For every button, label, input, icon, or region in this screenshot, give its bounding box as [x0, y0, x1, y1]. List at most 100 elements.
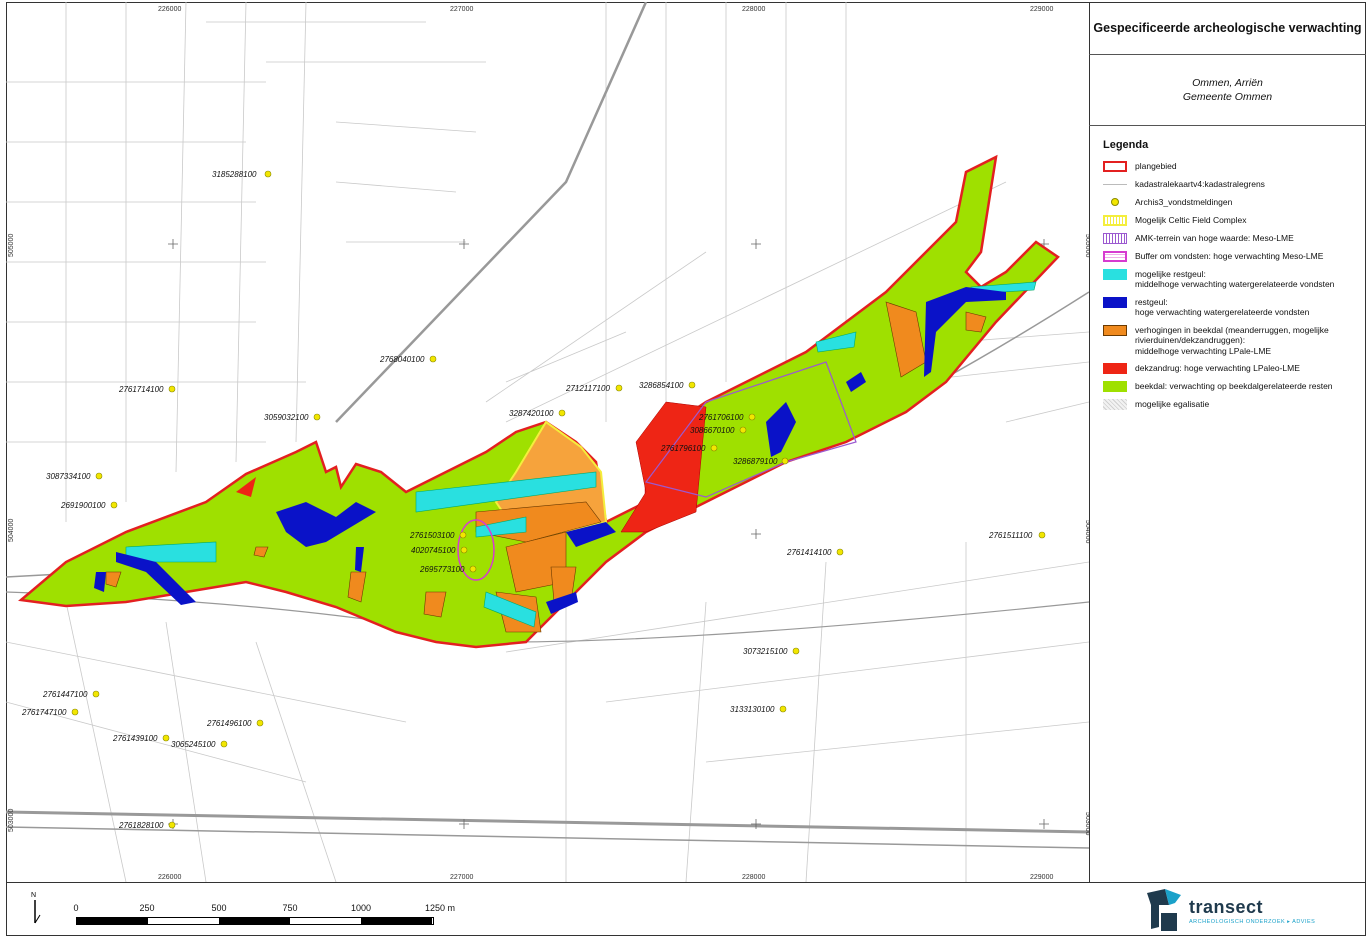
legend-label: verhogingen in beekdal (meanderruggen, m… [1135, 325, 1359, 357]
legend-label: dekzandrug: hoge verwachting LPaleo-LME [1135, 363, 1300, 373]
legend-label: kadastralekaartv4:kadastralegrens [1135, 179, 1265, 189]
legend-label: Archis3_vondstmeldingen [1135, 196, 1233, 207]
map-canvas[interactable]: 3185288100 2768040100 2761714100 3059032… [6, 2, 1090, 882]
legend-item-vondsten: Archis3_vondstmeldingen [1103, 197, 1359, 208]
legend-label-line-1: mogelijke restgeul: [1135, 268, 1206, 279]
find-label: 2761714100 [118, 385, 164, 394]
find-label: 2761747100 [21, 708, 67, 717]
legend-item-restgeul: restgeul: hoge verwachting watergerelatee… [1103, 296, 1359, 318]
scale-label: 1000 [350, 903, 372, 913]
find-label: 3286854100 [639, 381, 684, 390]
coord-label: 227000 [450, 6, 473, 13]
scale-bar [76, 917, 434, 925]
mogelijke-restgeul-swatch [1103, 268, 1127, 280]
find-label: 2695773100 [419, 565, 465, 574]
legend-label-line-1: verhogingen in beekdal (meanderruggen, m… [1135, 324, 1329, 346]
find-label: 2768040100 [379, 355, 425, 364]
legend-item-amk: AMK-terrein van hoge waarde: Meso-LME [1103, 232, 1359, 244]
legend-item-buffer: Buffer om vondsten: hoge verwachting Mes… [1103, 250, 1359, 262]
coord-label: 227000 [450, 874, 473, 881]
legend-label-line-2: middelhoge verwachting LPale-LME [1135, 345, 1272, 356]
coord-label: 226000 [158, 6, 181, 13]
scale-label: 1250 m [424, 903, 456, 913]
find-label: 2761511100 [988, 531, 1033, 540]
restgeul-swatch [1103, 296, 1127, 308]
find-point-icon [1111, 198, 1119, 206]
map-title: Gespecificeerde archeologische verwachti… [1089, 2, 1366, 55]
legend-item-verhogingen: verhogingen in beekdal (meanderruggen, m… [1103, 324, 1359, 357]
find-label: 2691900100 [60, 501, 106, 510]
buffer-swatch [1103, 250, 1127, 262]
location-line-2: Gemeente Ommen [1182, 91, 1273, 103]
coord-label: 229000 [1030, 6, 1053, 13]
find-label: 2761828100 [118, 821, 164, 830]
coord-label: 503000 [8, 809, 15, 832]
find-label: 3185288100 [212, 170, 257, 179]
legend-label-line-2: middelhoge verwachting watergerelateerde… [1135, 279, 1335, 289]
coord-label: 505000 [8, 234, 15, 257]
location-line-1: Ommen, Arriën [1192, 77, 1263, 89]
find-label: 2761447100 [42, 690, 88, 699]
find-label: 4020745100 [411, 546, 456, 555]
legend-item-celtic-field: Mogelijk Celtic Field Complex [1103, 214, 1359, 226]
svg-text:N: N [31, 892, 36, 899]
legend-label: AMK-terrein van hoge waarde: Meso-LME [1135, 232, 1294, 243]
amk-swatch [1103, 232, 1127, 244]
coord-label: 228000 [742, 874, 765, 881]
find-label: 3086670100 [690, 426, 735, 435]
north-arrow-icon: N [31, 892, 41, 924]
coord-label: 228000 [742, 6, 765, 13]
egalisatie-swatch [1103, 399, 1127, 410]
legend-label-line-2: hoge verwachting watergerelateerde vonds… [1135, 307, 1310, 317]
find-label: 3065245100 [171, 740, 216, 749]
find-label: 2761414100 [786, 548, 832, 557]
beekdal-swatch [1103, 381, 1127, 392]
find-label: 3059032100 [264, 413, 309, 422]
side-panel: Gespecificeerde archeologische verwachti… [1089, 2, 1366, 882]
vondsten-swatch [1103, 197, 1127, 208]
find-label: 3073215100 [743, 647, 788, 656]
transect-logo-icon [1147, 889, 1181, 931]
kadastraal-swatch [1103, 184, 1127, 185]
scale-label: 500 [211, 903, 227, 913]
scale-label: 250 [139, 903, 155, 913]
legend-label: beekdal: verwachting op beekdalgerelatee… [1135, 381, 1333, 391]
logo-tagline: ARCHEOLOGISCH ONDERZOEK ▸ ADVIES [1189, 919, 1316, 925]
plangebied-swatch [1103, 161, 1127, 172]
find-label: 2712117100 [565, 384, 610, 393]
coord-label: 229000 [1030, 874, 1053, 881]
scale-label: 750 [282, 903, 298, 913]
dekzandrug-swatch [1103, 363, 1127, 374]
find-label: 2761439100 [112, 734, 158, 743]
legend-title: Legenda [1103, 139, 1149, 151]
legend-item-egalisatie: mogelijke egalisatie [1103, 399, 1359, 410]
celtic-field-swatch [1103, 214, 1127, 226]
legend-item-dekzandrug: dekzandrug: hoge verwachting LPaleo-LME [1103, 363, 1359, 374]
find-label: 3133130100 [730, 705, 775, 714]
legend-item-mogelijke-restgeul: mogelijke restgeul: middelhoge verwachtin… [1103, 268, 1359, 290]
verhogingen-swatch [1103, 324, 1127, 336]
dekzandrug-area [620, 401, 707, 533]
legend-label: restgeul: hoge verwachting watergerelatee… [1135, 297, 1309, 318]
legend-label: Buffer om vondsten: hoge verwachting Mes… [1135, 250, 1324, 261]
find-label: 3286879100 [733, 457, 778, 466]
legend-label: plangebied [1135, 161, 1177, 171]
coord-label: 226000 [158, 874, 181, 881]
legend-item-beekdal: beekdal: verwachting op beekdalgerelatee… [1103, 381, 1359, 392]
legend: Legenda plangebied kadastralekaartv4:kad… [1103, 139, 1359, 417]
legend-label: mogelijke restgeul: middelhoge verwachtin… [1135, 269, 1334, 290]
scale-label: 0 [73, 903, 79, 913]
legend-label: mogelijke egalisatie [1135, 399, 1210, 409]
find-label: 2761496100 [206, 719, 252, 728]
coord-label: 504000 [8, 519, 15, 542]
logo-name: transect [1189, 897, 1264, 917]
find-label: 3087334100 [46, 472, 91, 481]
find-label: 3287420100 [509, 409, 554, 418]
map-svg: 3185288100 2768040100 2761714100 3059032… [6, 2, 1089, 882]
legend-item-plangebied: plangebied [1103, 161, 1359, 172]
find-label: 2761503100 [409, 531, 455, 540]
legend-label: Mogelijk Celtic Field Complex [1135, 214, 1247, 225]
legend-label-line-1: restgeul: [1135, 296, 1168, 307]
transect-logo: transect ARCHEOLOGISCH ONDERZOEK ▸ ADVIE… [1145, 885, 1345, 935]
find-label: 2761706100 [698, 413, 744, 422]
